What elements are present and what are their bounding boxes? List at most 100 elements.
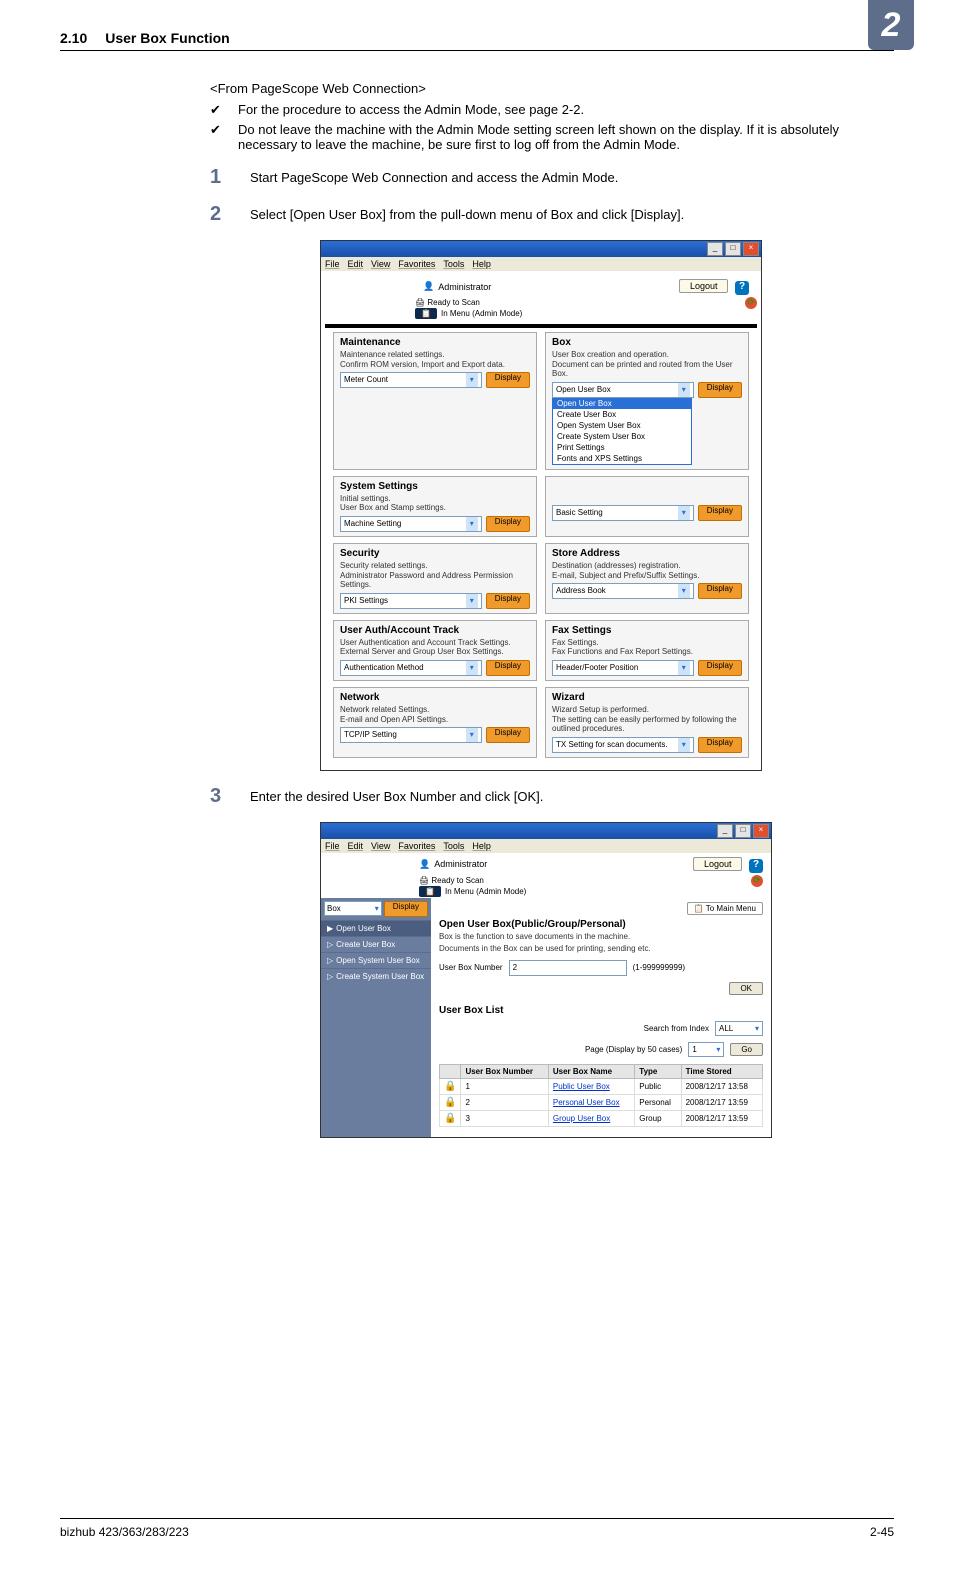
printer-icon: 🖨 bbox=[415, 298, 425, 307]
logout-button[interactable]: Logout bbox=[693, 857, 743, 871]
store-select[interactable]: Address Book▾ bbox=[552, 583, 694, 599]
user-box-link[interactable]: Public User Box bbox=[553, 1082, 610, 1091]
display-button[interactable]: Display bbox=[698, 382, 742, 398]
wizard-select[interactable]: TX Setting for scan documents.▾ bbox=[552, 737, 694, 753]
display-button[interactable]: Display bbox=[486, 372, 530, 388]
to-main-menu-button[interactable]: 📋 To Main Menu bbox=[687, 902, 763, 915]
step-number: 2 bbox=[210, 203, 250, 226]
menu-tools[interactable]: Tools bbox=[443, 841, 464, 851]
step-text: Start PageScope Web Connection and acces… bbox=[250, 166, 850, 185]
menu-view[interactable]: View bbox=[371, 259, 390, 269]
menu-edit[interactable]: Edit bbox=[348, 259, 364, 269]
minimize-icon[interactable]: _ bbox=[707, 242, 723, 256]
menu-view[interactable]: View bbox=[371, 841, 390, 851]
fax-select[interactable]: Header/Footer Position▾ bbox=[552, 660, 694, 676]
search-index-select[interactable]: ALL▾ bbox=[715, 1021, 763, 1036]
minimize-icon[interactable]: _ bbox=[717, 824, 733, 838]
help-button[interactable]: ? bbox=[735, 281, 749, 295]
lock-icon: 🔒 bbox=[444, 1113, 456, 1124]
menu-favorites[interactable]: Favorites bbox=[398, 259, 435, 269]
display-button[interactable]: Display bbox=[698, 583, 742, 599]
display-button[interactable]: Display bbox=[486, 660, 530, 676]
user-box-number-input[interactable] bbox=[509, 960, 627, 976]
sidebar: Box▾ Display ▶Open User Box ▷Create User… bbox=[321, 898, 431, 1137]
user-box-link[interactable]: Group User Box bbox=[553, 1114, 610, 1123]
user-box-link[interactable]: Personal User Box bbox=[553, 1098, 620, 1107]
close-icon[interactable]: × bbox=[753, 824, 769, 838]
box-select[interactable]: Open User Box▾ bbox=[552, 382, 694, 398]
display-button[interactable]: Display bbox=[698, 505, 742, 521]
page-select[interactable]: 1▾ bbox=[688, 1042, 724, 1057]
menu-bar[interactable]: File Edit View Favorites Tools Help bbox=[321, 257, 761, 271]
dropdown-option[interactable]: Open User Box bbox=[553, 398, 691, 409]
menu-help[interactable]: Help bbox=[472, 259, 491, 269]
display-button[interactable]: Display bbox=[384, 901, 428, 917]
card-desc: Maintenance related settings. Confirm RO… bbox=[340, 350, 530, 369]
display-button[interactable]: Display bbox=[486, 593, 530, 609]
user-box-number-label: User Box Number bbox=[439, 963, 503, 972]
display-button[interactable]: Display bbox=[698, 737, 742, 753]
card-desc: User Box creation and operation. Documen… bbox=[552, 350, 742, 379]
dropdown-option[interactable]: Print Settings bbox=[553, 442, 691, 453]
status-menu-tag: 📋 bbox=[415, 308, 437, 319]
maximize-icon[interactable]: □ bbox=[735, 824, 751, 838]
display-button[interactable]: Display bbox=[486, 727, 530, 743]
card-title-fax: Fax Settings bbox=[552, 625, 742, 636]
menu-bar[interactable]: File Edit View Favorites Tools Help bbox=[321, 839, 771, 853]
ok-button[interactable]: OK bbox=[729, 982, 763, 995]
card-title-auth: User Auth/Account Track bbox=[340, 625, 530, 636]
status-ready: Ready to Scan bbox=[427, 298, 479, 307]
dropdown-option[interactable]: Create User Box bbox=[553, 409, 691, 420]
sidebar-item-create-system-box[interactable]: ▷Create System User Box bbox=[321, 968, 431, 984]
menu-help[interactable]: Help bbox=[472, 841, 491, 851]
col-type: Type bbox=[635, 1064, 681, 1078]
pane-title: Open User Box(Public/Group/Personal) bbox=[439, 919, 763, 930]
card-title-network: Network bbox=[340, 692, 530, 703]
card-title-box: Box bbox=[552, 337, 742, 348]
go-button[interactable]: Go bbox=[730, 1043, 763, 1056]
menu-file[interactable]: File bbox=[325, 259, 340, 269]
network-select[interactable]: TCP/IP Setting▾ bbox=[340, 727, 482, 743]
check-icon: ✔ bbox=[210, 102, 238, 118]
table-row[interactable]: 🔒 1 Public User Box Public 2008/12/17 13… bbox=[440, 1078, 763, 1094]
system-select[interactable]: Machine Setting▾ bbox=[340, 516, 482, 532]
admin-icon: 👤 bbox=[419, 859, 430, 870]
logout-button[interactable]: Logout bbox=[679, 279, 729, 293]
card-desc: Network related Settings. E-mail and Ope… bbox=[340, 705, 530, 724]
sidebar-item-open-user-box[interactable]: ▶Open User Box bbox=[321, 920, 431, 936]
close-icon[interactable]: × bbox=[743, 242, 759, 256]
table-row[interactable]: 🔒 2 Personal User Box Personal 2008/12/1… bbox=[440, 1094, 763, 1110]
display-button[interactable]: Display bbox=[486, 516, 530, 532]
card-title-security: Security bbox=[340, 548, 530, 559]
pane-desc: Documents in the Box can be used for pri… bbox=[439, 944, 763, 954]
security-select[interactable]: PKI Settings▾ bbox=[340, 593, 482, 609]
box-dropdown-open[interactable]: Open User Box Create User Box Open Syste… bbox=[552, 397, 692, 465]
menu-edit[interactable]: Edit bbox=[348, 841, 364, 851]
sidebar-category-select[interactable]: Box▾ bbox=[324, 901, 382, 916]
dropdown-option[interactable]: Create System User Box bbox=[553, 431, 691, 442]
maintenance-select[interactable]: Meter Count▾ bbox=[340, 372, 482, 388]
sidebar-item-open-system-box[interactable]: ▷Open System User Box bbox=[321, 952, 431, 968]
help-button[interactable]: ? bbox=[749, 859, 763, 873]
auth-select[interactable]: Authentication Method▾ bbox=[340, 660, 482, 676]
menu-file[interactable]: File bbox=[325, 841, 340, 851]
table-row[interactable]: 🔒 3 Group User Box Group 2008/12/17 13:5… bbox=[440, 1110, 763, 1126]
maximize-icon[interactable]: □ bbox=[725, 242, 741, 256]
dropdown-option[interactable]: Fonts and XPS Settings bbox=[553, 453, 691, 464]
basic-select[interactable]: Basic Setting▾ bbox=[552, 505, 694, 521]
card-desc: Wizard Setup is performed. The setting c… bbox=[552, 705, 742, 734]
card-title-maintenance: Maintenance bbox=[340, 337, 530, 348]
dropdown-option[interactable]: Open System User Box bbox=[553, 420, 691, 431]
reload-icon[interactable]: ⟳ bbox=[745, 297, 757, 309]
printer-icon: 🖨 bbox=[419, 876, 429, 885]
page-label: Page (Display by 50 cases) bbox=[585, 1045, 682, 1054]
sidebar-item-create-user-box[interactable]: ▷Create User Box bbox=[321, 936, 431, 952]
pane-desc: Box is the function to save documents in… bbox=[439, 932, 763, 942]
reload-icon[interactable]: ⟳ bbox=[751, 875, 763, 887]
menu-tools[interactable]: Tools bbox=[443, 259, 464, 269]
user-box-table: User Box Number User Box Name Type Time … bbox=[439, 1064, 763, 1127]
menu-favorites[interactable]: Favorites bbox=[398, 841, 435, 851]
display-button[interactable]: Display bbox=[698, 660, 742, 676]
card-desc: Initial settings. User Box and Stamp set… bbox=[340, 494, 530, 513]
admin-label: Administrator bbox=[438, 282, 491, 292]
